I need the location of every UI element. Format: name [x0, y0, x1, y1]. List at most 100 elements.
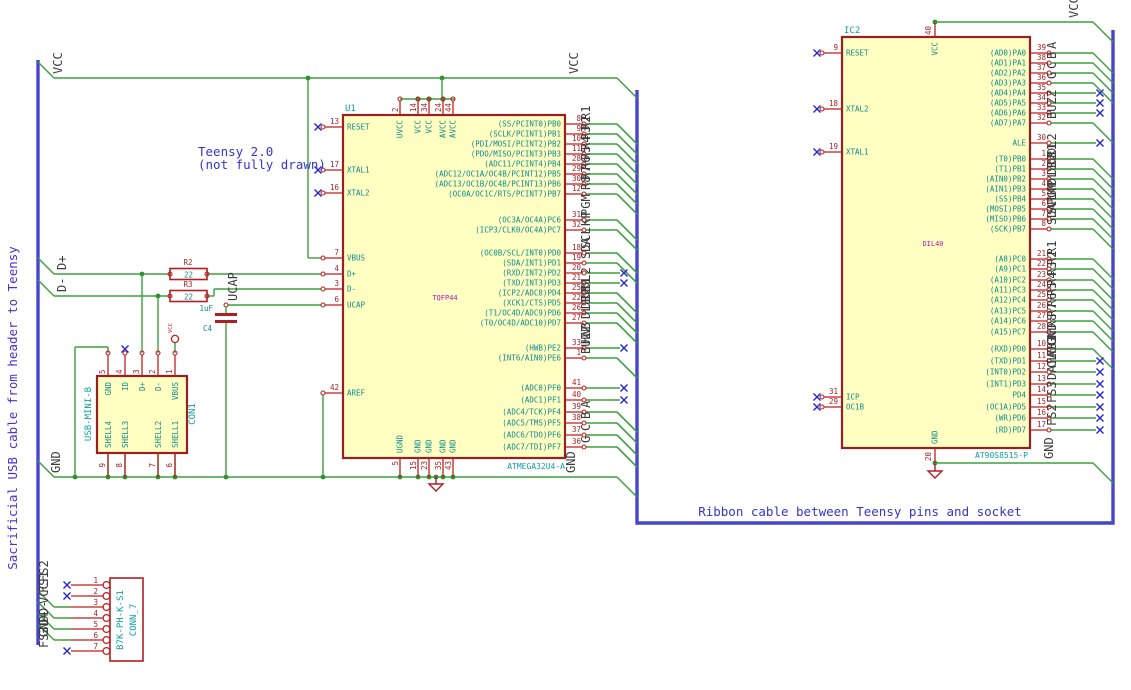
pin-name: XTAL2 — [347, 189, 370, 198]
bus-entry — [616, 322, 638, 344]
net-label[interactable]: BUZZ — [1045, 90, 1059, 119]
bus-entry — [1092, 258, 1114, 280]
pin-number: 24 — [434, 102, 443, 112]
net-label[interactable]: VCC — [1067, 0, 1081, 18]
pin-number: 6 — [93, 631, 98, 640]
net-label[interactable]: R8 — [579, 176, 593, 190]
schematic-canvas[interactable]: VCC R2 22 R3 22 1uF C4 U1 ATMEGA32U4-A TQFP44 13 RE… — [0, 0, 1131, 690]
pin-end — [819, 50, 825, 56]
pin-name: (ADC6/TDO)PF6 — [502, 431, 561, 440]
pin-name: (ADC12/OC1A/OC4B/PCINT12)PB5 — [435, 170, 561, 179]
conn7-pad — [102, 602, 111, 612]
resistor-ref: R2 — [183, 258, 192, 267]
pin-number: 6 — [165, 463, 174, 468]
pin-name: (A12)PC4 — [990, 296, 1027, 305]
bus-entry — [616, 229, 638, 251]
resistor-value: 22 — [184, 271, 193, 280]
bus-entry — [616, 77, 638, 99]
pin-name: VBUS — [347, 254, 366, 263]
pin-name: (TXD/INT3)PD3 — [502, 279, 561, 288]
pin-number: 3 — [93, 598, 98, 607]
conn7-pad — [102, 635, 111, 645]
ic2-part-name: AT90S8515-P — [975, 451, 1028, 460]
pin-name: (A14)PC6 — [990, 317, 1027, 326]
pin-name: (T1/OC4D/ADC9)PD6 — [484, 309, 561, 318]
pin-name: (ADC5/TMS)PF5 — [502, 419, 561, 428]
vcc-power-symbol — [170, 334, 180, 344]
net-label[interactable]: B — [1045, 52, 1059, 59]
conn7-pad — [102, 580, 111, 590]
net-label[interactable]: D- — [55, 278, 69, 292]
pin-name: (ADC0)PF0 — [520, 384, 561, 393]
pin-name: (AD5)PA5 — [990, 99, 1026, 108]
pin-name: (AIN1)PB3 — [985, 185, 1026, 194]
net-label[interactable]: C — [579, 424, 593, 431]
pin-end — [581, 260, 587, 266]
u1-reference: U1 — [345, 104, 356, 114]
net-label[interactable]: SDA — [579, 237, 593, 259]
capacitor-value: 1uF — [199, 304, 213, 313]
net-label[interactable]: G — [579, 436, 593, 443]
pin-name: GND — [414, 439, 423, 453]
bus-entry — [1092, 228, 1114, 250]
pin-number: 35 — [434, 461, 443, 470]
ic2-package: DIL40 — [922, 240, 943, 248]
net-label[interactable]: B — [579, 412, 593, 419]
bus-entry — [1092, 462, 1114, 484]
net-label[interactable]: GND — [564, 451, 578, 473]
con1-value: USB-MINI-B — [84, 387, 94, 441]
net-label[interactable]: G — [1045, 72, 1059, 79]
usb-cable-note: Sacrificial USB cable from header to Tee… — [5, 246, 20, 570]
net-label[interactable]: SDA — [1045, 203, 1059, 225]
pin-number: 9 — [98, 463, 107, 468]
pin-name: (SS)PB4 — [994, 195, 1026, 204]
pin-name: (PDI/MOSI/PCINT2)PB2 — [471, 140, 561, 149]
net-label[interactable]: FS3 — [1045, 381, 1059, 403]
pin-name: (SDA/INT1)PD1 — [502, 259, 561, 268]
resistor-value: 22 — [184, 293, 193, 302]
pin-number: 5 — [93, 620, 98, 629]
net-label[interactable]: BUZZ — [579, 325, 593, 354]
net-label[interactable]: C — [1045, 62, 1059, 69]
bus-entry — [616, 163, 638, 185]
ic-u1: U1 ATMEGA32U4-A TQFP44 13 RESET 17 XTAL1 16 XTAL… — [314, 96, 628, 477]
net-label[interactable]: UCAP — [226, 272, 240, 301]
net-label[interactable]: VCC — [51, 52, 65, 74]
net-label[interactable]: VCC — [567, 52, 581, 74]
ic-ic2: IC2 AT90S8515-P DIL40 9 RESET 18 XTAL2 19 XTAL1 3… — [813, 0, 1104, 463]
pin-name: (ADC7/TDI)PF7 — [502, 443, 561, 452]
bus-entry — [616, 411, 638, 433]
net-label[interactable]: DATA — [1045, 350, 1059, 380]
pin-name: AREF — [347, 389, 366, 398]
pin-name: (A8)PC0 — [994, 255, 1026, 264]
net-label[interactable]: GND — [49, 451, 63, 473]
pin-name: XTAL1 — [846, 148, 869, 157]
bus-entry — [1092, 168, 1114, 190]
net-label[interactable]: DL1 — [579, 297, 593, 319]
ic2-reference: IC2 — [844, 26, 860, 36]
bus-entry — [616, 219, 638, 241]
net-label[interactable]: A — [579, 400, 593, 408]
bus-entry — [616, 357, 638, 379]
u1-package: TQFP44 — [432, 294, 457, 302]
pin-name: (A10)PC2 — [990, 276, 1026, 285]
net-label[interactable]: FS2 — [1045, 404, 1059, 426]
pin-end — [819, 394, 825, 400]
net-label[interactable]: D+ — [55, 256, 69, 270]
pin-end — [581, 385, 587, 391]
pin-end — [1046, 226, 1052, 232]
net-label[interactable]: KP — [579, 212, 593, 226]
conn7-reference: CONN_7 — [129, 604, 139, 637]
net-label[interactable]: A — [1045, 41, 1059, 49]
bus-entry — [1092, 268, 1114, 290]
bus-entry — [37, 257, 55, 275]
conn7-pad — [102, 613, 111, 623]
pin-name: SHELL2 — [154, 421, 163, 448]
pin-name: (AIN0)PB2 — [985, 175, 1026, 184]
pin-number: 23 — [420, 461, 429, 470]
net-label[interactable]: GND — [1042, 437, 1056, 459]
net-label[interactable]: FS3 — [37, 626, 51, 648]
conn7-pad — [102, 624, 111, 634]
capacitor-ref: C4 — [203, 324, 213, 333]
pin-number: 7 — [148, 463, 157, 468]
